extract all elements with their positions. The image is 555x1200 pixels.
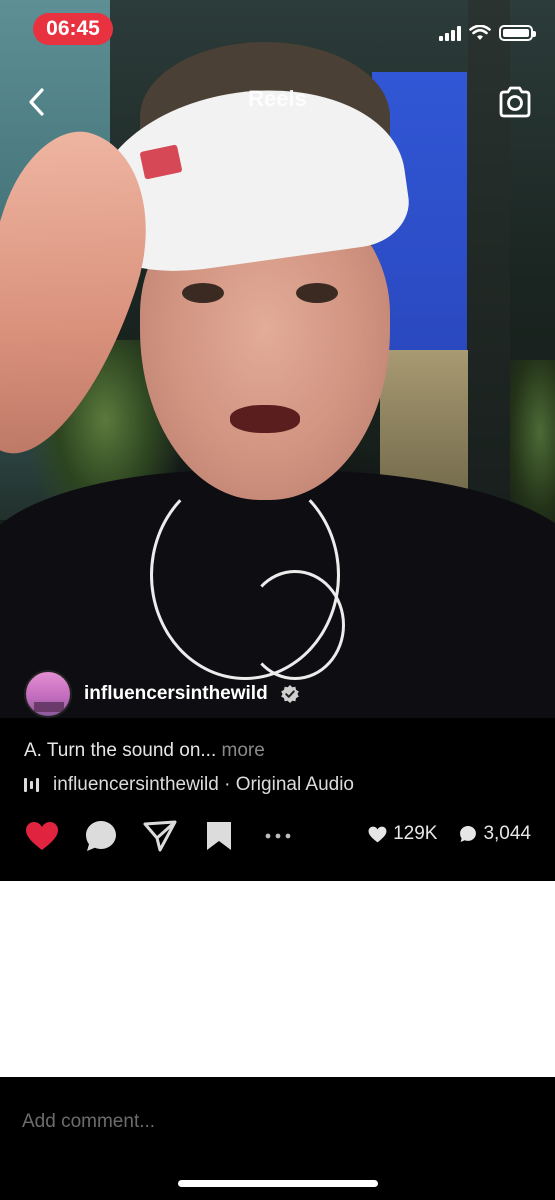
like-count-label: 129K [393, 823, 438, 844]
comment-count-label: 3,044 [483, 823, 531, 844]
ellipsis-icon [265, 833, 290, 838]
avatar[interactable] [24, 670, 72, 718]
bookmark-icon [206, 821, 231, 850]
paper-plane-icon [143, 820, 176, 851]
audio-wave-icon [24, 777, 39, 793]
person-eye-left [182, 283, 224, 303]
more-options-button[interactable] [260, 818, 295, 853]
earphone-cable-loop [245, 570, 345, 680]
audio-label[interactable]: influencersinthewild · Original Audio [53, 774, 354, 796]
audio-attribution[interactable]: influencersinthewild · Original Audio [24, 774, 354, 796]
like-button[interactable] [24, 818, 59, 853]
post-author[interactable]: influencersinthewild [24, 670, 300, 718]
speech-bubble-icon [85, 820, 116, 851]
person-mouth [230, 405, 300, 433]
home-indicator[interactable] [178, 1180, 378, 1187]
caption-text: A. Turn the sound on... [24, 740, 217, 761]
post-actions [24, 818, 295, 853]
comment-input[interactable] [22, 1107, 502, 1137]
battery-icon [499, 25, 536, 41]
camera-button[interactable] [495, 82, 535, 122]
status-icons [439, 22, 536, 44]
page-title: Reels [248, 86, 307, 111]
heart-icon [25, 821, 58, 850]
status-time: 06:45 [33, 13, 113, 45]
like-count[interactable]: 129K [368, 823, 437, 845]
heart-small-icon [368, 826, 387, 842]
person-eye-right [296, 283, 338, 303]
comment-button[interactable] [83, 818, 118, 853]
wifi-icon [469, 25, 491, 40]
verified-badge-icon [280, 685, 299, 703]
caption-more-link[interactable]: more [222, 740, 265, 761]
background-pillar [468, 0, 510, 510]
share-button[interactable] [142, 818, 177, 853]
post-info-panel: A. Turn the sound on... more influencers… [0, 718, 555, 881]
save-button[interactable] [201, 818, 236, 853]
cellular-signal-icon [439, 25, 461, 41]
blank-content-area [0, 881, 555, 1077]
camera-icon [499, 86, 531, 118]
author-username[interactable]: influencersinthewild [84, 683, 268, 705]
post-caption: A. Turn the sound on... more [24, 740, 265, 762]
post-stats: 129K 3,044 [368, 823, 531, 845]
comment-count[interactable]: 3,044 [459, 823, 531, 845]
speech-bubble-small-icon [460, 826, 477, 842]
comment-bar [0, 1077, 555, 1200]
